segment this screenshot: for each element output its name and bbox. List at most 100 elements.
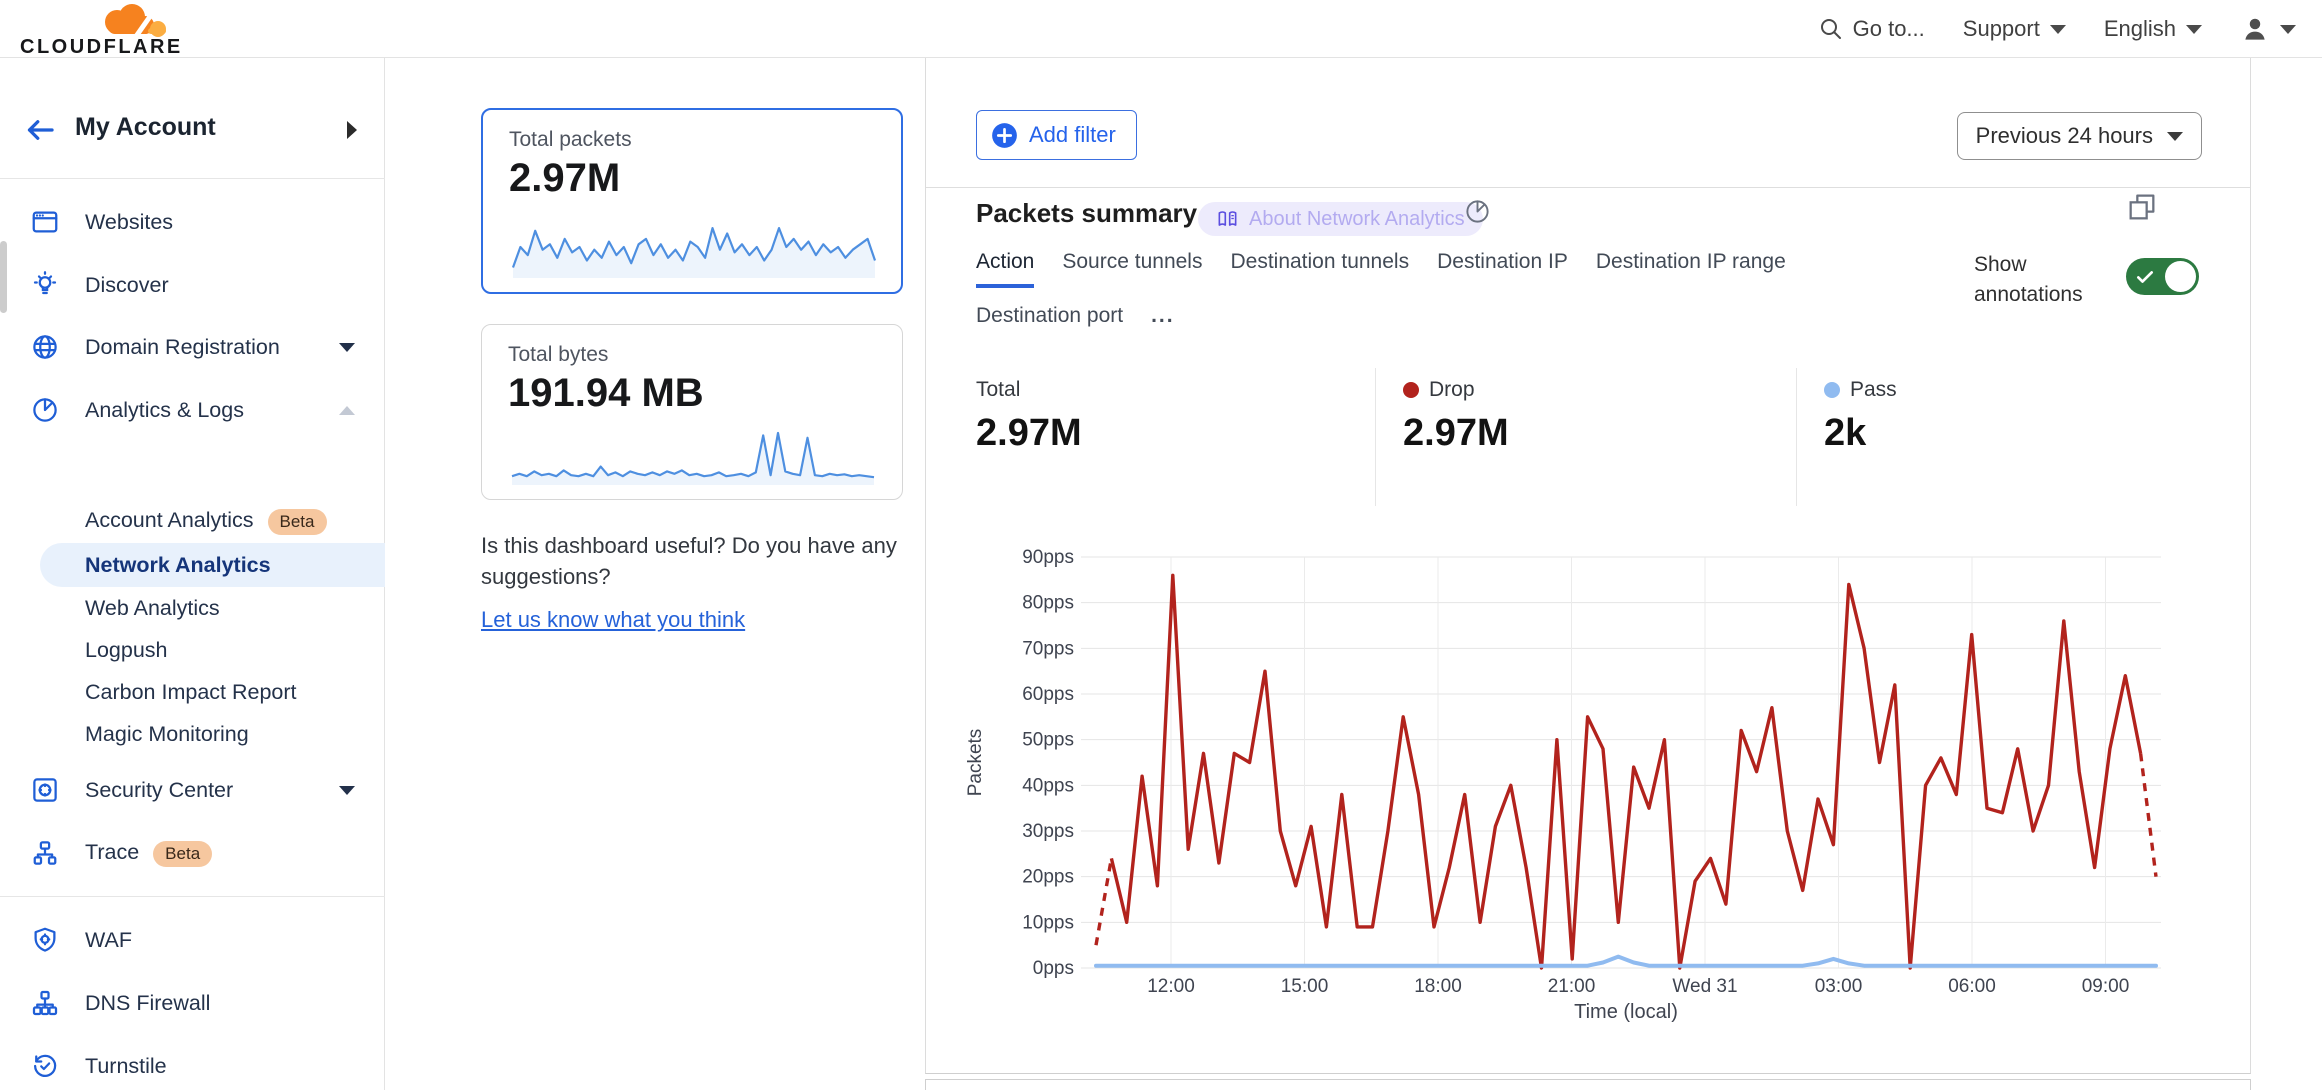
stats-row: Total 2.97M Drop 2.97M Pass 2k: [926, 368, 2250, 508]
sidebar-item-magic-monitoring[interactable]: Magic Monitoring: [0, 711, 385, 757]
drop-series-dashed-start: [1096, 858, 1111, 945]
y-tick-label: 40pps: [1022, 775, 1074, 796]
trace-flow-icon: [30, 838, 60, 868]
dimension-tabs: Action Source tunnels Destination tunnel…: [976, 250, 1876, 338]
feedback-question: Is this dashboard useful? Do you have an…: [481, 533, 897, 589]
beta-badge: Beta: [153, 841, 212, 867]
y-tick-label: 0pps: [1033, 958, 1074, 979]
sidebar-item-label: TraceBeta: [85, 840, 212, 867]
stat-pass: Pass 2k: [1824, 378, 1897, 455]
toggle-knob: [2165, 261, 2196, 292]
stat-drop: Drop 2.97M: [1403, 378, 1509, 455]
chevron-up-icon: [339, 406, 355, 415]
chevron-right-icon[interactable]: [347, 121, 357, 139]
divider: [926, 187, 2250, 188]
chevron-down-icon: [339, 786, 355, 795]
sparkline-fill: [512, 433, 874, 485]
cloudflare-logo[interactable]: CLOUDFLARE: [20, 4, 190, 56]
sidebar-item-carbon-impact-report[interactable]: Carbon Impact Report: [0, 669, 385, 715]
divider: [0, 178, 385, 179]
x-tick-label: 12:00: [1147, 976, 1195, 997]
search-icon: [1819, 17, 1843, 41]
x-tick-label: 21:00: [1548, 976, 1596, 997]
about-network-analytics-badge[interactable]: About Network Analytics: [1198, 202, 1483, 236]
account-title: My Account: [75, 113, 216, 142]
sidebar-item-dns-firewall[interactable]: DNS Firewall: [0, 980, 385, 1026]
popout-icon[interactable]: [2126, 191, 2158, 223]
sidebar-item-domain-registration[interactable]: Domain Registration: [0, 324, 385, 370]
total-packets-card[interactable]: Total packets 2.97M: [481, 108, 903, 294]
chevron-down-icon: [2050, 25, 2066, 34]
sidebar-item-discover[interactable]: Discover: [0, 262, 385, 308]
y-tick-label: 10pps: [1022, 912, 1074, 933]
stat-label: Drop: [1403, 378, 1509, 402]
sidebar-item-trace[interactable]: TraceBeta: [0, 830, 385, 876]
sidebar-item-web-analytics[interactable]: Web Analytics: [0, 585, 385, 631]
sidebar-item-waf[interactable]: WAF: [0, 917, 385, 963]
about-badge-label: About Network Analytics: [1249, 208, 1465, 231]
add-filter-label: Add filter: [1029, 122, 1116, 148]
sidebar-item-websites[interactable]: Websites: [0, 199, 385, 245]
drop-series-line: [1111, 575, 2140, 968]
language-menu[interactable]: English: [2104, 16, 2202, 42]
chevron-down-icon: [339, 343, 355, 352]
x-tick-label: 03:00: [1815, 976, 1863, 997]
tab-destination-tunnels[interactable]: Destination tunnels: [1230, 250, 1409, 288]
packets-summary-panel: Add filter Previous 24 hours Packets sum…: [925, 58, 2251, 1074]
pass-series-line: [1096, 957, 2156, 966]
top-navbar: CLOUDFLARE Go to... Support English: [0, 0, 2322, 58]
chevron-down-icon: [2167, 132, 2183, 141]
show-annotations-toggle[interactable]: [2126, 258, 2199, 295]
tab-destination-port[interactable]: Destination port: [976, 304, 1123, 338]
card-title: Total packets: [509, 128, 632, 152]
divider: [1796, 368, 1797, 506]
security-safe-icon: [30, 775, 60, 805]
time-range-dropdown[interactable]: Previous 24 hours: [1957, 112, 2202, 160]
check-icon: [2135, 267, 2155, 287]
total-bytes-card[interactable]: Total bytes 191.94 MB: [481, 324, 903, 500]
tabs-overflow-button[interactable]: ...: [1151, 304, 1175, 338]
stat-label: Total: [976, 378, 1082, 402]
feedback-block: Is this dashboard useful? Do you have an…: [481, 530, 911, 635]
plus-circle-icon: [991, 122, 1018, 149]
y-tick-label: 50pps: [1022, 730, 1074, 751]
pie-chart-icon: [30, 395, 60, 425]
sidebar-item-turnstile[interactable]: Turnstile: [0, 1043, 385, 1089]
y-tick-label: 70pps: [1022, 638, 1074, 659]
sidebar-item-label: Magic Monitoring: [85, 722, 249, 747]
sidebar-item-analytics-logs[interactable]: Analytics & Logs: [0, 387, 385, 433]
divider: [1375, 368, 1376, 506]
sidebar-item-network-analytics[interactable]: Network Analytics: [0, 542, 385, 588]
analytics-pie-icon[interactable]: [1464, 198, 1491, 225]
y-tick-label: 90pps: [1022, 547, 1074, 568]
globe-icon: [30, 332, 60, 362]
sidebar-account-header[interactable]: My Account: [0, 105, 385, 155]
x-tick-label: 09:00: [2082, 976, 2130, 997]
card-value: 2.97M: [509, 156, 620, 201]
sidebar-item-account-analytics[interactable]: Account AnalyticsBeta: [0, 498, 385, 544]
tab-destination-ip[interactable]: Destination IP: [1437, 250, 1568, 288]
feedback-link[interactable]: Let us know what you think: [481, 604, 745, 635]
tab-action[interactable]: Action: [976, 250, 1034, 288]
sidebar-item-security-center[interactable]: Security Center: [0, 767, 385, 813]
stat-value: 2.97M: [1403, 412, 1509, 455]
packets-time-series-chart: 0pps10pps20pps30pps40pps50pps60pps70pps8…: [961, 540, 2211, 1030]
sidebar-item-label: Websites: [85, 210, 173, 235]
tab-destination-ip-range[interactable]: Destination IP range: [1596, 250, 1786, 288]
sidebar-item-label: WAF: [85, 928, 132, 953]
sidebar: My Account Websites Discover Domain Regi…: [0, 58, 385, 1090]
y-tick-label: 30pps: [1022, 821, 1074, 842]
add-filter-button[interactable]: Add filter: [976, 110, 1137, 160]
sidebar-item-label: Account AnalyticsBeta: [85, 508, 327, 535]
card-title: Total bytes: [508, 343, 608, 367]
packets-chart-area: 0pps10pps20pps30pps40pps50pps60pps70pps8…: [961, 540, 2211, 1030]
stat-label: Pass: [1824, 378, 1897, 402]
goto-search[interactable]: Go to...: [1819, 16, 1925, 42]
tab-source-tunnels[interactable]: Source tunnels: [1062, 250, 1202, 288]
back-arrow-icon[interactable]: [22, 112, 58, 148]
sidebar-item-label: DNS Firewall: [85, 991, 210, 1016]
account-menu[interactable]: [2240, 14, 2296, 44]
sidebar-item-logpush[interactable]: Logpush: [0, 627, 385, 673]
sidebar-item-label: Carbon Impact Report: [85, 680, 297, 705]
support-menu[interactable]: Support: [1963, 16, 2066, 42]
